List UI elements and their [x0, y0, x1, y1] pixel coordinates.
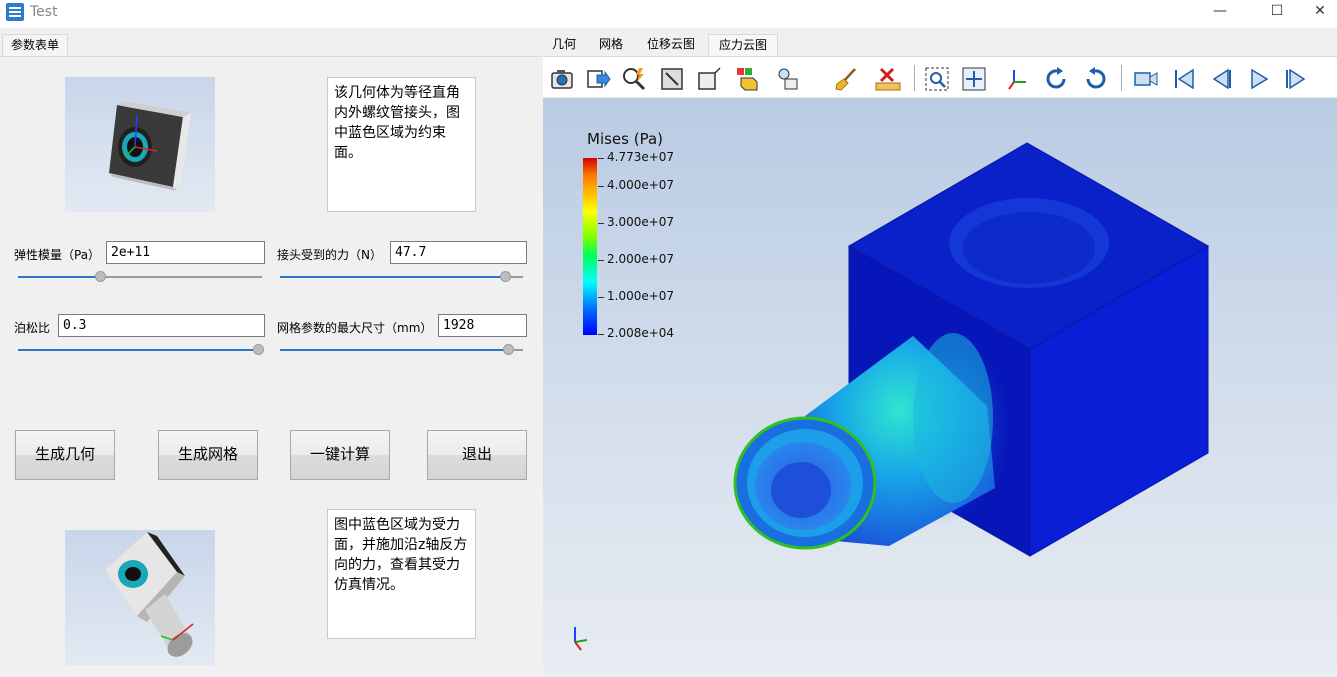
slider-fill [18, 276, 100, 278]
axes-icon[interactable] [1006, 66, 1032, 92]
rotate-ccw-icon[interactable] [1082, 66, 1108, 92]
minimize-button[interactable]: — [1200, 0, 1240, 24]
close-button[interactable]: ✕ [1300, 0, 1337, 24]
export-icon[interactable] [585, 66, 611, 92]
zoom-box-icon[interactable] [924, 66, 950, 92]
poisson-ratio-input[interactable]: 0.3 [58, 314, 265, 337]
viewer-toolbar [543, 56, 1337, 98]
color-cube-icon[interactable] [735, 66, 761, 92]
generate-mesh-button[interactable]: 生成网格 [158, 430, 258, 480]
result-tabs: 几何 网格 位移云图 应力云图 [543, 32, 1337, 56]
tab-stress[interactable]: 应力云图 [708, 34, 778, 56]
mesh-size-slider[interactable] [280, 344, 523, 356]
elastic-modulus-slider[interactable] [18, 271, 262, 283]
zoom-pick-icon[interactable] [621, 66, 647, 92]
fit-view-icon[interactable] [659, 66, 685, 92]
slider-thumb[interactable] [503, 344, 514, 355]
bottom-description: 图中蓝色区域为受力面，并施加沿z轴反方向的力，查看其受力仿真情况。 [327, 509, 476, 639]
orientation-axes-icon [574, 627, 588, 651]
record-icon[interactable] [1133, 66, 1159, 92]
slider-thumb[interactable] [500, 271, 511, 282]
app-logo-icon [6, 3, 24, 21]
elastic-modulus-label: 弹性模量（Pa） [14, 248, 101, 262]
parameter-panel: 参数表单 该几何体为等径直角内外螺纹管接头，图中蓝色区域为约束面。 弹性模量（P… [0, 32, 541, 677]
mesh-size-input[interactable]: 1928 [438, 314, 527, 337]
results-panel: 几何 网格 位移云图 应力云图 Mises (Pa) 4.773e+07 4.0… [543, 32, 1337, 677]
title-bar: Test — ☐ ✕ [0, 0, 1337, 28]
light-icon[interactable] [775, 66, 801, 92]
toolbar-separator [914, 65, 915, 91]
force-label: 接头受到的力（N） [277, 248, 382, 262]
force-slider[interactable] [280, 271, 523, 283]
top-description: 该几何体为等径直角内外螺纹管接头，图中蓝色区域为约束面。 [327, 77, 476, 212]
maximize-button[interactable]: ☐ [1257, 0, 1297, 24]
tab-mesh[interactable]: 网格 [591, 34, 631, 56]
slider-thumb[interactable] [95, 271, 106, 282]
last-frame-icon[interactable] [1283, 66, 1309, 92]
stress-viewport[interactable]: Mises (Pa) 4.773e+07 4.000e+07 3.000e+07… [543, 98, 1337, 677]
tab-parameter-form[interactable]: 参数表单 [2, 34, 68, 56]
prev-frame-icon[interactable] [1208, 66, 1234, 92]
parameter-form: 该几何体为等径直角内外螺纹管接头，图中蓝色区域为约束面。 弹性模量（Pa） 2e… [0, 56, 541, 667]
window-title: Test [30, 4, 58, 20]
play-icon[interactable] [1246, 66, 1272, 92]
slider-thumb[interactable] [253, 344, 264, 355]
box-view-icon[interactable] [696, 66, 722, 92]
camera-icon[interactable] [549, 66, 575, 92]
exit-button[interactable]: 退出 [427, 430, 527, 480]
tab-geometry[interactable]: 几何 [543, 34, 585, 56]
first-frame-icon[interactable] [1171, 66, 1197, 92]
slider-fill [280, 276, 505, 278]
poisson-ratio-slider[interactable] [18, 344, 264, 356]
load-face-image [65, 530, 215, 665]
poisson-ratio-label: 泊松比 [14, 321, 51, 335]
tab-displacement[interactable]: 位移云图 [639, 34, 703, 56]
force-input[interactable]: 47.7 [390, 241, 527, 264]
elastic-modulus-input[interactable]: 2e+11 [106, 241, 265, 264]
slider-fill [280, 349, 508, 351]
move-icon[interactable] [961, 66, 987, 92]
ruler-icon[interactable] [875, 66, 901, 92]
stress-model [733, 142, 1210, 557]
brush-icon[interactable] [833, 66, 859, 92]
generate-geometry-button[interactable]: 生成几何 [15, 430, 115, 480]
compute-button[interactable]: 一键计算 [290, 430, 390, 480]
mesh-size-label: 网格参数的最大尺寸（mm） [277, 321, 433, 335]
rotate-cw-icon[interactable] [1044, 66, 1070, 92]
slider-fill [18, 349, 258, 351]
toolbar-separator [1121, 65, 1122, 91]
constraint-face-image [65, 77, 215, 212]
